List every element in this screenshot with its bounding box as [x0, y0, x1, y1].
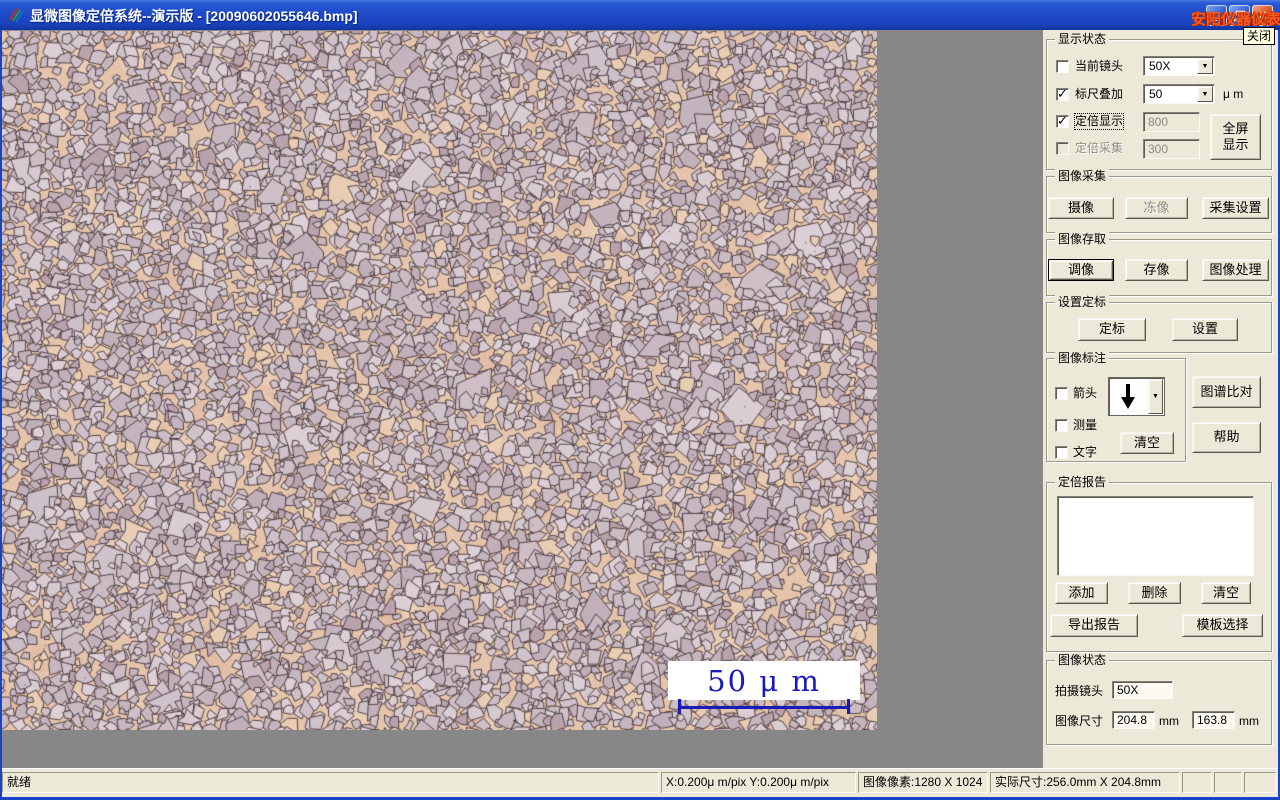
- current-lens-value: 50X: [1149, 59, 1171, 73]
- arrow-checkbox[interactable]: [1055, 387, 1068, 400]
- group-image-status-title: 图像状态: [1055, 653, 1110, 668]
- report-clear-button[interactable]: 清空: [1201, 582, 1251, 604]
- template-select-button[interactable]: 模板选择: [1182, 614, 1263, 637]
- down-arrow-icon: [1121, 384, 1135, 409]
- close-tooltip: 关闭: [1243, 27, 1276, 45]
- ruler-unit-label: μ m: [1223, 87, 1244, 101]
- fixed-display-checkbox[interactable]: [1056, 113, 1069, 129]
- ruler-dropdown-icon[interactable]: ▼: [1197, 86, 1213, 102]
- shoot-lens-label: 拍摄镜头: [1055, 684, 1104, 698]
- report-listbox[interactable]: [1057, 496, 1254, 576]
- app-icon: [7, 6, 25, 24]
- workspace: 50 μ m: [0, 30, 1043, 768]
- status-empty-2: [1214, 772, 1242, 793]
- group-display-status-title: 显示状态: [1055, 32, 1110, 47]
- atlas-compare-button[interactable]: 图谱比对: [1192, 376, 1261, 408]
- arrow-label: 箭头: [1073, 386, 1098, 400]
- ruler-value-combobox[interactable]: 50 ▼: [1143, 84, 1215, 104]
- current-lens-checkbox[interactable]: [1056, 60, 1069, 73]
- group-capture-title: 图像采集: [1055, 169, 1110, 184]
- status-ready: 就绪: [2, 772, 659, 793]
- status-image-pixels: 图像像素:1280 X 1024: [858, 772, 988, 793]
- titlebar: 显微图像定倍系统--演示版 - [20090602055646.bmp] × 安…: [0, 0, 1280, 30]
- group-report-title: 定倍报告: [1055, 475, 1110, 490]
- image-height-field[interactable]: [1192, 711, 1235, 729]
- fixed-display-field[interactable]: [1143, 112, 1200, 132]
- scale-bar-tick-right: [847, 699, 850, 714]
- status-actual-size: 实际尺寸:256.0mm X 204.8mm: [990, 772, 1180, 793]
- report-add-button[interactable]: 添加: [1055, 582, 1108, 604]
- arrow-style-dropdown-icon[interactable]: ▼: [1148, 379, 1163, 414]
- current-lens-dropdown-icon[interactable]: ▼: [1197, 58, 1213, 74]
- text-label: 文字: [1073, 445, 1098, 459]
- ruler-overlay-checkbox[interactable]: [1056, 86, 1069, 102]
- group-annotation-title: 图像标注: [1055, 351, 1110, 366]
- fixed-capture-label: 定倍采集: [1075, 141, 1124, 155]
- image-width-unit: mm: [1159, 714, 1179, 728]
- image-size-label: 图像尺寸: [1055, 714, 1104, 728]
- control-panel: 显示状态 当前镜头 50X ▼ 标尺叠加 50 ▼ μ m 定倍显示 定倍采集 …: [1043, 30, 1278, 768]
- capture-button[interactable]: 摄像: [1048, 197, 1114, 219]
- status-empty-3: [1244, 772, 1276, 793]
- load-image-button[interactable]: 调像: [1048, 259, 1114, 281]
- group-storage-title: 图像存取: [1055, 232, 1110, 247]
- group-calibration-title: 设置定标: [1055, 295, 1110, 310]
- group-image-status: 图像状态: [1046, 653, 1272, 745]
- arrow-style-combobox[interactable]: ▼: [1108, 377, 1165, 416]
- status-pixel-scale: X:0.200μ m/pix Y:0.200μ m/pix: [661, 772, 856, 793]
- measure-label: 测量: [1073, 418, 1098, 432]
- fixed-display-label: 定倍显示: [1073, 113, 1125, 130]
- fixed-capture-checkbox[interactable]: [1056, 142, 1069, 155]
- report-delete-button[interactable]: 删除: [1128, 582, 1181, 604]
- image-processing-button[interactable]: 图像处理: [1202, 259, 1269, 281]
- shoot-lens-field[interactable]: [1112, 681, 1173, 699]
- window-border-left: [0, 30, 2, 800]
- freeze-button[interactable]: 冻像: [1125, 197, 1188, 219]
- export-report-button[interactable]: 导出报告: [1050, 614, 1138, 637]
- micrograph-canvas[interactable]: [2, 31, 877, 730]
- micrograph-image[interactable]: 50 μ m: [2, 31, 877, 730]
- settings-button[interactable]: 设置: [1172, 318, 1238, 341]
- vendor-marquee-text: 安阳仪器仪表: [1191, 11, 1280, 26]
- fixed-capture-field[interactable]: [1143, 139, 1200, 159]
- image-height-unit: mm: [1239, 714, 1259, 728]
- scale-bar-label: 50 μ m: [668, 661, 860, 700]
- current-lens-label: 当前镜头: [1075, 59, 1124, 73]
- ruler-value: 50: [1149, 87, 1163, 101]
- status-bar: 就绪 X:0.200μ m/pix Y:0.200μ m/pix 图像像素:12…: [0, 768, 1280, 797]
- save-image-button[interactable]: 存像: [1125, 259, 1188, 281]
- calibrate-button[interactable]: 定标: [1078, 318, 1146, 341]
- capture-settings-button[interactable]: 采集设置: [1202, 197, 1269, 219]
- text-checkbox[interactable]: [1055, 446, 1068, 459]
- window-title: 显微图像定倍系统--演示版 - [20090602055646.bmp]: [30, 8, 358, 24]
- ruler-overlay-label: 标尺叠加: [1075, 87, 1124, 101]
- client-area: 50 μ m 显示状态 当前镜头 50X ▼ 标尺叠加 50 ▼ μ m 定倍显…: [0, 30, 1280, 768]
- measure-checkbox[interactable]: [1055, 419, 1068, 432]
- image-width-field[interactable]: [1112, 711, 1155, 729]
- current-lens-combobox[interactable]: 50X ▼: [1143, 56, 1215, 76]
- scale-bar-tick-left: [678, 699, 681, 714]
- status-empty-1: [1182, 772, 1212, 793]
- annotation-clear-button[interactable]: 清空: [1120, 432, 1174, 454]
- scale-bar-line: [678, 706, 850, 709]
- fullscreen-button[interactable]: 全屏 显示: [1210, 114, 1261, 160]
- help-button[interactable]: 帮助: [1192, 422, 1261, 453]
